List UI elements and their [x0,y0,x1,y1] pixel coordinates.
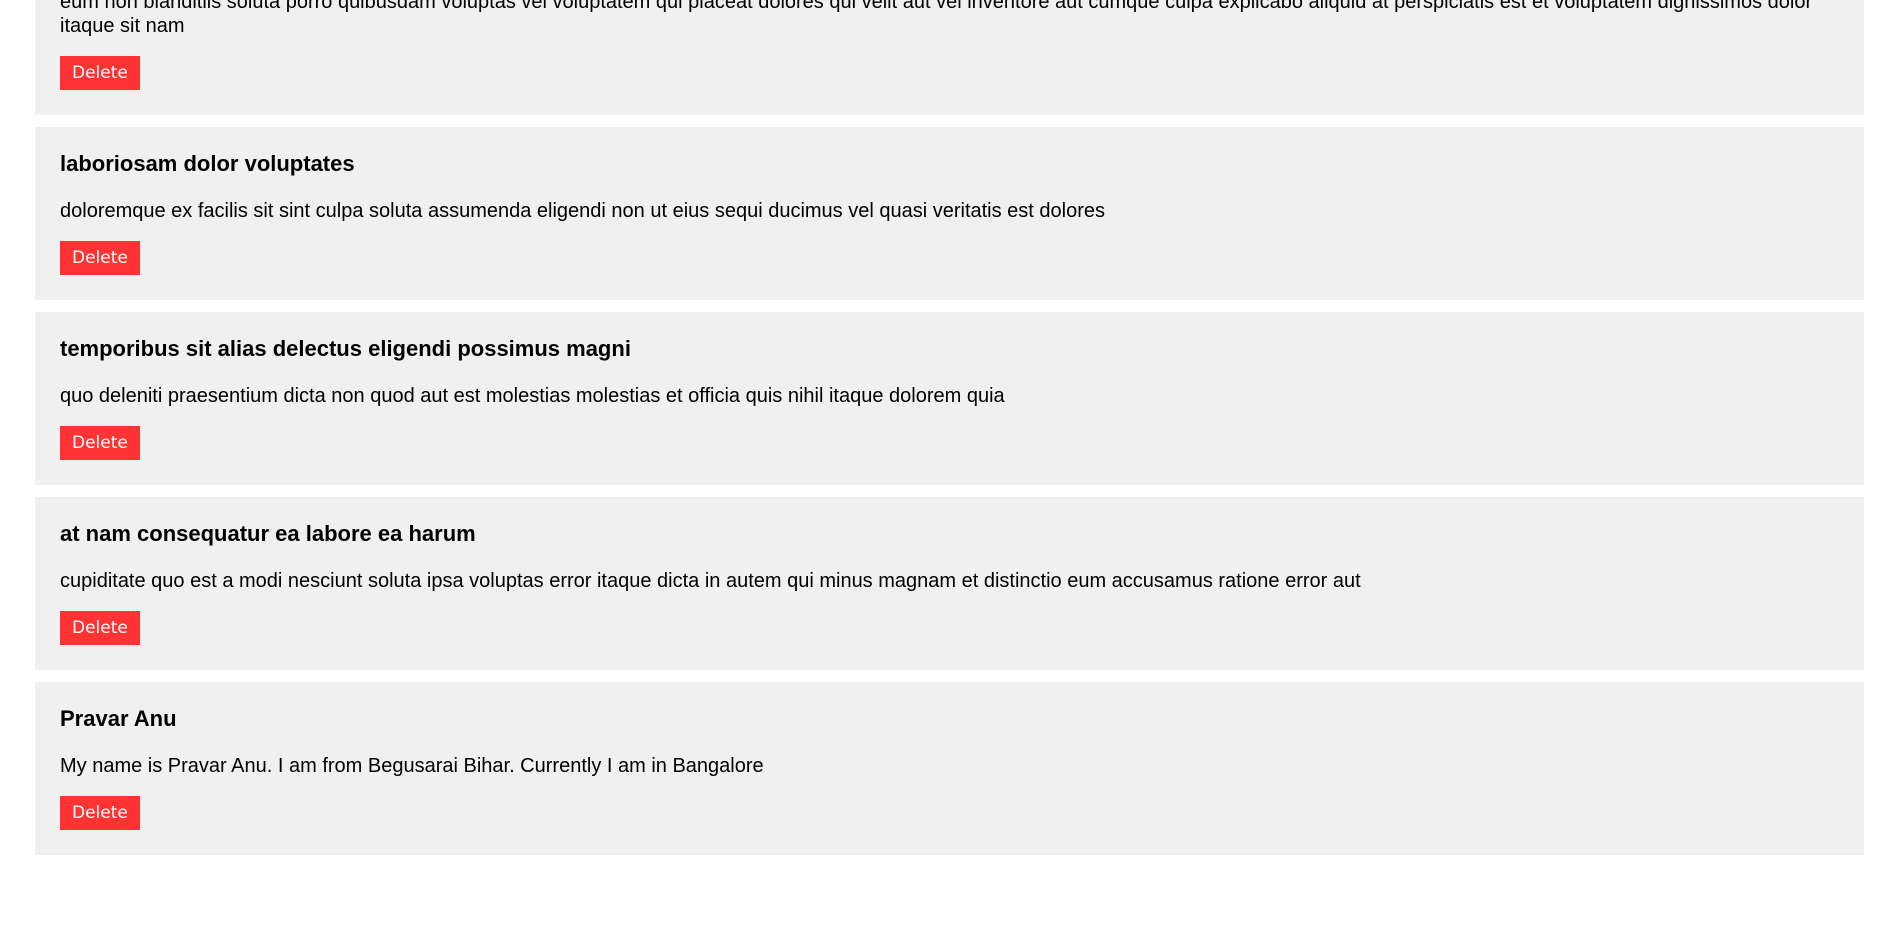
post-list: eum non blanditiis soluta porro quibusda… [35,0,1864,867]
delete-button[interactable]: Delete [60,796,140,830]
post-card: at nam consequatur ea labore ea harum cu… [35,497,1864,670]
post-card: temporibus sit alias delectus eligendi p… [35,312,1864,485]
post-body: My name is Pravar Anu. I am from Begusar… [60,755,764,777]
post-body: doloremque ex facilis sit sint culpa sol… [60,200,1106,222]
post-title: laboriosam dolor voluptates [60,151,355,176]
post-card: Pravar Anu My name is Pravar Anu. I am f… [35,682,1864,855]
delete-button[interactable]: Delete [60,611,140,645]
delete-button[interactable]: Delete [60,426,140,460]
post-title: temporibus sit alias delectus eligendi p… [60,336,631,361]
post-title: Pravar Anu [60,706,177,731]
post-title: at nam consequatur ea labore ea harum [60,521,476,546]
delete-button[interactable]: Delete [60,56,140,90]
delete-button[interactable]: Delete [60,241,140,275]
post-body: cupiditate quo est a modi nesciunt solut… [60,570,1361,592]
post-card: eum non blanditiis soluta porro quibusda… [35,0,1864,115]
post-body: quo deleniti praesentium dicta non quod … [60,385,1005,407]
post-card: laboriosam dolor voluptates doloremque e… [35,127,1864,300]
post-body: eum non blanditiis soluta porro quibusda… [60,0,1813,37]
